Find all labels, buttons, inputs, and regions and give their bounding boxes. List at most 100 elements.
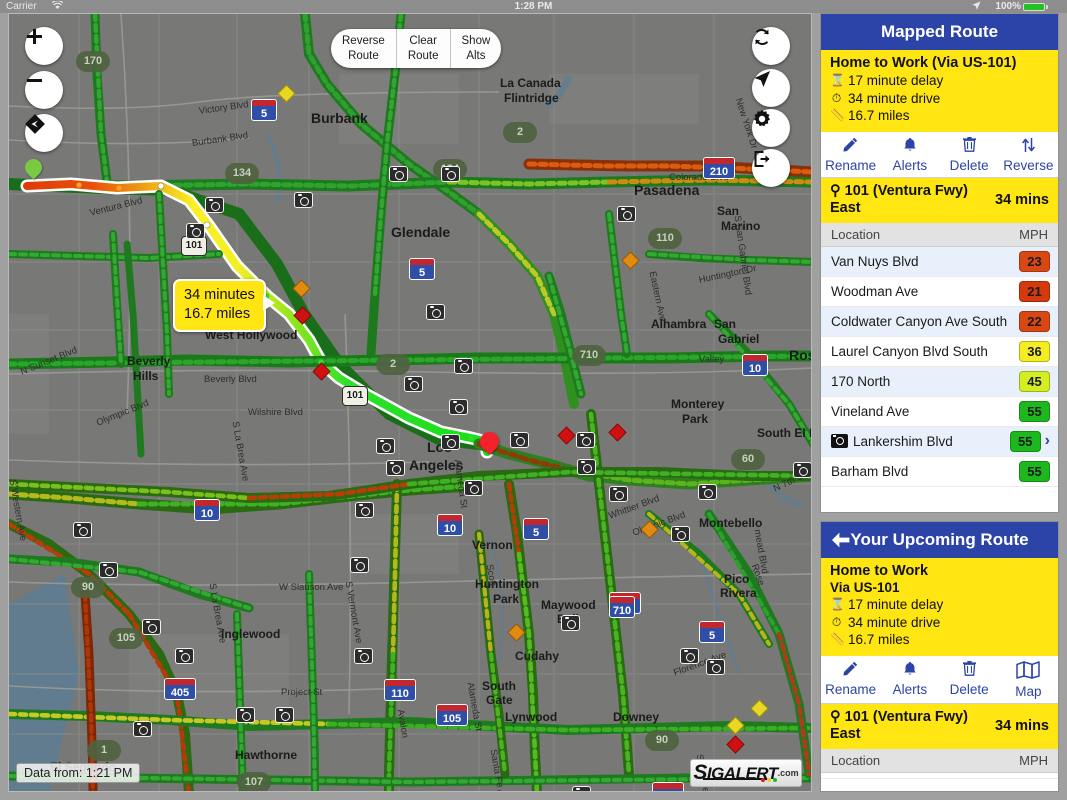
- reverse-button[interactable]: Reverse: [999, 137, 1058, 173]
- traffic-map[interactable]: La Canada Flintridge Burbank Glendale Pasade…: [9, 14, 811, 791]
- speed-badge: 55: [1019, 460, 1050, 482]
- table-row[interactable]: Vineland Ave 55: [821, 397, 1058, 427]
- exit-button[interactable]: [752, 149, 790, 187]
- back-arrow-icon[interactable]: [831, 522, 850, 558]
- row-speed-cell: 55 ›: [1009, 430, 1050, 452]
- alerts-button[interactable]: Alerts: [880, 137, 939, 173]
- camera-icon[interactable]: [350, 557, 369, 573]
- chevron-right-icon[interactable]: ›: [1045, 433, 1050, 449]
- rename-label: Rename: [825, 157, 877, 173]
- route-actions-segmented-control[interactable]: Reverse Route Clear Route Show Alts: [331, 29, 502, 68]
- zoom-in-button[interactable]: [25, 27, 63, 65]
- hourglass-icon: ⌛: [830, 73, 845, 87]
- camera-icon[interactable]: [441, 434, 460, 450]
- camera-icon[interactable]: [354, 648, 373, 664]
- table-row[interactable]: Woodman Ave 21: [821, 277, 1058, 307]
- row-location-cell: Van Nuys Blvd: [831, 254, 919, 269]
- table-row[interactable]: Coldwater Canyon Ave South 22: [821, 306, 1058, 337]
- interstate-shield: 10: [742, 354, 768, 376]
- camera-icon[interactable]: [464, 480, 483, 496]
- map-label: Map: [1015, 683, 1042, 699]
- show-alts-button[interactable]: Show Alts: [451, 29, 502, 68]
- upcoming-route-header: Your Upcoming Route: [821, 522, 1058, 558]
- callout-time: 34 minutes: [184, 287, 255, 303]
- camera-icon[interactable]: [205, 197, 224, 213]
- camera-icon[interactable]: [561, 615, 580, 631]
- camera-icon[interactable]: [142, 619, 161, 635]
- table-row[interactable]: Van Nuys Blvd 23: [821, 246, 1058, 277]
- row-location-label: Lankershim Blvd: [853, 433, 953, 449]
- upcoming-route-summary: Home to Work Via US-101 ⌛ 17 minute dela…: [821, 558, 1058, 656]
- camera-icon[interactable]: [617, 206, 636, 222]
- speed-rows-list[interactable]: Van Nuys Blvd 23 Woodman Ave 21 Coldwater Ca…: [821, 246, 1058, 487]
- alerts-button[interactable]: Alerts: [880, 661, 939, 699]
- state-route-shield: 105: [109, 628, 143, 649]
- camera-icon[interactable]: [133, 721, 152, 737]
- camera-icon[interactable]: [99, 562, 118, 578]
- delete-button[interactable]: Delete: [940, 136, 999, 173]
- delete-button[interactable]: Delete: [940, 660, 999, 699]
- camera-icon[interactable]: [510, 432, 529, 448]
- camera-icon[interactable]: [671, 526, 690, 542]
- city-label: Compton: [449, 791, 502, 792]
- camera-icon[interactable]: [236, 707, 255, 723]
- camera-icon[interactable]: [576, 432, 595, 448]
- col-mph: MPH: [1019, 226, 1048, 242]
- camera-icon[interactable]: [454, 358, 473, 374]
- table-row[interactable]: Barham Blvd 55: [821, 457, 1058, 487]
- table-row[interactable]: [821, 773, 1058, 779]
- camera-icon[interactable]: [449, 399, 468, 415]
- camera-icon[interactable]: [186, 223, 205, 239]
- row-location-cell: Lankershim Blvd: [831, 434, 953, 449]
- camera-icon[interactable]: [793, 462, 811, 478]
- bell-icon: [880, 137, 939, 157]
- camera-icon[interactable]: [386, 460, 405, 476]
- show-alts-line2: Alts: [466, 49, 486, 62]
- settings-gear-button[interactable]: [752, 109, 790, 147]
- road-name-block: ⚲ 101 (Ventura Fwy) East: [830, 709, 968, 743]
- camera-icon[interactable]: [609, 486, 628, 502]
- rename-button[interactable]: Rename: [821, 661, 880, 699]
- navigate-button[interactable]: [752, 69, 790, 107]
- table-row[interactable]: Laurel Canyon Blvd South 36: [821, 337, 1058, 367]
- rename-button[interactable]: Rename: [821, 137, 880, 173]
- state-route-shield: 110: [648, 228, 682, 249]
- camera-icon[interactable]: [698, 484, 717, 500]
- camera-icon[interactable]: [294, 192, 313, 208]
- camera-icon[interactable]: [441, 166, 460, 182]
- reverse-route-button[interactable]: Reverse Route: [331, 29, 397, 68]
- camera-icon[interactable]: [404, 376, 423, 392]
- recenter-compass-button[interactable]: [25, 114, 63, 152]
- camera-icon[interactable]: [389, 166, 408, 182]
- map-icon: [999, 660, 1058, 683]
- camera-icon[interactable]: [577, 459, 596, 475]
- camera-icon[interactable]: [355, 502, 374, 518]
- upcoming-route-via: Via US-101: [830, 580, 900, 595]
- camera-icon[interactable]: [175, 648, 194, 664]
- mapped-route-drive: 34 minute drive: [848, 90, 941, 106]
- map-button[interactable]: Map: [999, 660, 1058, 699]
- clear-route-button[interactable]: Clear Route: [397, 29, 451, 68]
- camera-icon[interactable]: [680, 648, 699, 664]
- row-location-label: Van Nuys Blvd: [831, 253, 919, 269]
- camera-icon[interactable]: [73, 522, 92, 538]
- battery-tip-icon: [1046, 5, 1048, 9]
- camera-icon[interactable]: [831, 434, 848, 448]
- col-location: Location: [831, 226, 881, 242]
- map-pane[interactable]: La Canada Flintridge Burbank Glendale Pasade…: [8, 13, 812, 792]
- mapped-route-road-header: ⚲ 101 (Ventura Fwy) East 34 mins: [821, 177, 1058, 223]
- table-row[interactable]: Lankershim Blvd 55 ›: [821, 426, 1058, 457]
- ruler-icon: 📏: [830, 108, 845, 122]
- freeway-icon: ⚲: [830, 708, 841, 725]
- camera-icon[interactable]: [275, 707, 294, 723]
- camera-icon[interactable]: [572, 786, 591, 791]
- refresh-button[interactable]: [752, 27, 790, 65]
- camera-icon[interactable]: [706, 659, 725, 675]
- map-vector-layer: [9, 14, 811, 791]
- camera-icon[interactable]: [376, 438, 395, 454]
- camera-icon[interactable]: [426, 304, 445, 320]
- zoom-out-button[interactable]: [25, 71, 63, 109]
- reverse-route-line2: Route: [348, 49, 379, 62]
- table-row[interactable]: 170 North 45: [821, 366, 1058, 397]
- pencil-icon: [821, 661, 880, 681]
